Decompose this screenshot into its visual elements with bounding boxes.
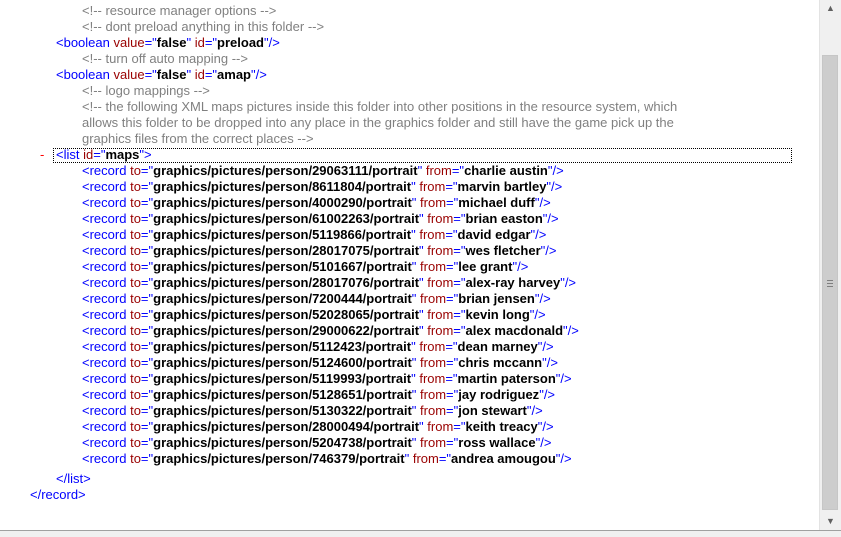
down-arrow-icon[interactable]: ▼: [820, 513, 841, 530]
record-line: <record to="graphics/pictures/person/400…: [82, 195, 551, 210]
record-line: <record to="graphics/pictures/person/512…: [82, 387, 556, 402]
comment-auto-mapping: <!-- turn off auto mapping -->: [82, 51, 248, 66]
up-arrow-icon[interactable]: ▲: [820, 0, 841, 17]
list-close-line: </list>: [56, 471, 91, 486]
record-line: <record to="graphics/pictures/person/290…: [82, 163, 564, 178]
record-line: <record to="graphics/pictures/person/746…: [82, 451, 572, 466]
record-line: <record to="graphics/pictures/person/610…: [82, 211, 559, 226]
record-line: <record to="graphics/pictures/person/280…: [82, 275, 577, 290]
record-line: <record to="graphics/pictures/person/520…: [82, 435, 552, 450]
record-line: <record to="graphics/pictures/person/511…: [82, 339, 554, 354]
record-line: <record to="graphics/pictures/person/512…: [82, 355, 558, 370]
record-line: <record to="graphics/pictures/person/510…: [82, 259, 529, 274]
comment-xml-maps-2: allows this folder to be dropped into an…: [82, 115, 674, 130]
comment-logo-mappings: <!-- logo mappings -->: [82, 83, 210, 98]
record-line: <record to="graphics/pictures/person/511…: [82, 227, 547, 242]
collapse-toggle[interactable]: -: [40, 147, 44, 162]
comment-xml-maps-3: graphics files from the correct places -…: [82, 131, 314, 146]
record-line: <record to="graphics/pictures/person/720…: [82, 291, 551, 306]
record-line: <record to="graphics/pictures/person/520…: [82, 307, 546, 322]
focus-outline: [53, 148, 792, 163]
record-line: <record to="graphics/pictures/person/513…: [82, 403, 543, 418]
record-close-line: </record>: [30, 487, 86, 502]
comment-resource-manager: <!-- resource manager options -->: [82, 3, 277, 18]
list-maps-line[interactable]: <list id="maps">: [56, 147, 152, 163]
record-line: <record to="graphics/pictures/person/511…: [82, 371, 572, 386]
record-line: <record to="graphics/pictures/person/290…: [82, 323, 579, 338]
boolean-preload-line: <boolean value="false" id="preload"/>: [56, 35, 280, 50]
boolean-amap-line: <boolean value="false" id="amap"/>: [56, 67, 267, 82]
record-line: <record to="graphics/pictures/person/861…: [82, 179, 563, 194]
scrollbar-thumb[interactable]: [822, 55, 838, 510]
vertical-scrollbar[interactable]: ▲ ▼: [819, 0, 841, 530]
record-line: <record to="graphics/pictures/person/280…: [82, 243, 557, 258]
window-bottom-edge: [0, 530, 841, 537]
comment-xml-maps-1: <!-- the following XML maps pictures ins…: [82, 99, 678, 114]
record-line: <record to="graphics/pictures/person/280…: [82, 419, 554, 434]
xml-viewer[interactable]: <!-- resource manager options --> <!-- d…: [0, 0, 819, 530]
comment-dont-preload: <!-- dont preload anything in this folde…: [82, 19, 325, 34]
